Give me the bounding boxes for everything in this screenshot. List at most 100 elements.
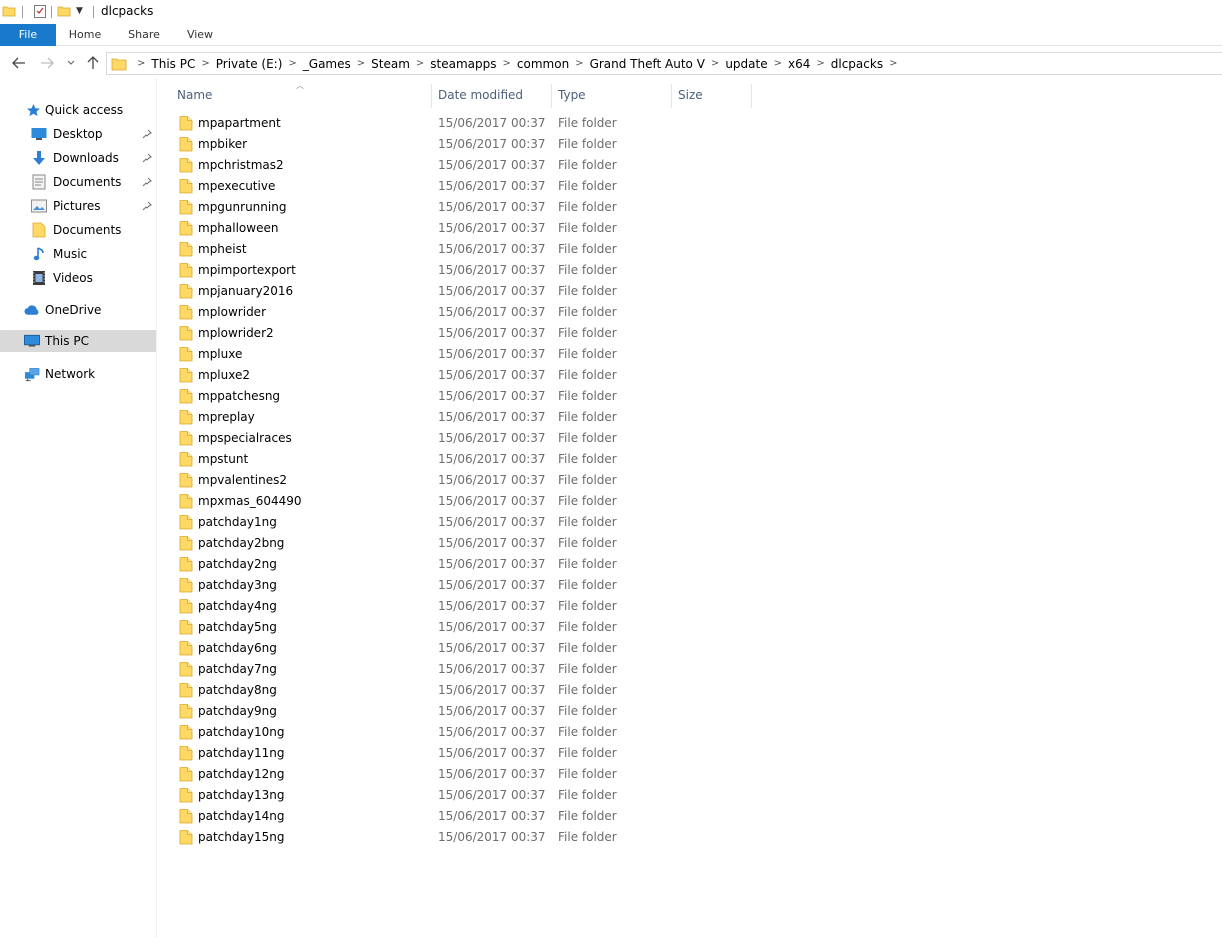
breadcrumb-drive[interactable]: Private (E:) — [216, 57, 283, 71]
file-name: patchday6ng — [198, 641, 277, 655]
breadcrumb-separator[interactable]: > — [357, 58, 365, 69]
pin-icon[interactable] — [141, 128, 153, 140]
list-item[interactable]: mplowrider2 15/06/2017 00:37 File folder — [158, 323, 758, 344]
back-arrow-icon[interactable] — [10, 54, 28, 72]
list-item[interactable]: mpspecialraces 15/06/2017 00:37 File folde… — [158, 428, 758, 449]
address-bar[interactable]: > This PC > Private (E:) > _Games > Stea… — [106, 52, 1222, 75]
column-header-size[interactable]: Size — [678, 82, 703, 108]
breadcrumb-this-pc[interactable]: This PC — [151, 57, 195, 71]
breadcrumb-separator[interactable]: > — [774, 58, 782, 69]
breadcrumb-separator[interactable]: > — [416, 58, 424, 69]
file-date-modified: 15/06/2017 00:37 — [438, 662, 546, 676]
breadcrumb-separator[interactable]: > — [889, 58, 897, 69]
file-date-modified: 15/06/2017 00:37 — [438, 158, 546, 172]
breadcrumb-gta-v[interactable]: Grand Theft Auto V — [590, 57, 705, 71]
column-divider[interactable] — [751, 84, 752, 108]
sidebar-item-downloads[interactable]: Downloads — [0, 147, 156, 169]
list-item[interactable]: mphalloween 15/06/2017 00:37 File folder — [158, 218, 758, 239]
file-type: File folder — [558, 515, 617, 529]
new-folder-icon[interactable] — [57, 4, 71, 21]
list-item[interactable]: patchday13ng 15/06/2017 00:37 File folder — [158, 785, 758, 806]
list-item[interactable]: mpvalentines2 15/06/2017 00:37 File folder — [158, 470, 758, 491]
breadcrumb-common[interactable]: common — [517, 57, 569, 71]
column-header-date-modified[interactable]: Date modified — [438, 82, 523, 108]
breadcrumb-steamapps[interactable]: steamapps — [430, 57, 496, 71]
breadcrumb-separator[interactable]: > — [137, 58, 145, 69]
list-item[interactable]: mpheist 15/06/2017 00:37 File folder — [158, 239, 758, 260]
list-item[interactable]: patchday14ng 15/06/2017 00:37 File folder — [158, 806, 758, 827]
breadcrumb-separator[interactable]: > — [288, 58, 296, 69]
list-item[interactable]: mpgunrunning 15/06/2017 00:37 File folder — [158, 197, 758, 218]
sidebar-item-videos[interactable]: Videos — [0, 267, 156, 289]
list-item[interactable]: patchday4ng 15/06/2017 00:37 File folder — [158, 596, 758, 617]
folder-icon — [179, 178, 193, 194]
list-item[interactable]: mpjanuary2016 15/06/2017 00:37 File folder — [158, 281, 758, 302]
forward-arrow-icon[interactable] — [38, 54, 56, 72]
sidebar-item-network[interactable]: Network — [0, 363, 156, 385]
list-item[interactable]: mpreplay 15/06/2017 00:37 File folder — [158, 407, 758, 428]
list-item[interactable]: mpapartment 15/06/2017 00:37 File folder — [158, 113, 758, 134]
column-header-name[interactable]: Name — [177, 82, 212, 108]
sidebar-item-music[interactable]: Music — [0, 243, 156, 265]
tab-share[interactable]: Share — [120, 24, 168, 46]
tab-file[interactable]: File — [0, 24, 56, 46]
breadcrumb-separator[interactable]: > — [711, 58, 719, 69]
list-item[interactable]: mpluxe 15/06/2017 00:37 File folder — [158, 344, 758, 365]
sidebar-item-quick-access[interactable]: Quick access — [0, 99, 156, 121]
list-item[interactable]: patchday15ng 15/06/2017 00:37 File folder — [158, 827, 758, 848]
breadcrumb-x64[interactable]: x64 — [788, 57, 810, 71]
column-divider[interactable] — [431, 84, 432, 108]
chevron-down-icon[interactable] — [62, 54, 80, 72]
list-item[interactable]: mplowrider 15/06/2017 00:37 File folder — [158, 302, 758, 323]
list-item[interactable]: mpexecutive 15/06/2017 00:37 File folder — [158, 176, 758, 197]
list-item[interactable]: patchday11ng 15/06/2017 00:37 File folder — [158, 743, 758, 764]
tab-view[interactable]: View — [178, 24, 222, 46]
sidebar-item-desktop[interactable]: Desktop — [0, 123, 156, 145]
properties-icon[interactable] — [33, 4, 47, 22]
folder-icon — [179, 556, 193, 572]
list-item[interactable]: patchday3ng 15/06/2017 00:37 File folder — [158, 575, 758, 596]
up-arrow-icon[interactable] — [84, 54, 102, 72]
sidebar-item-documents[interactable]: Documents — [0, 171, 156, 193]
breadcrumb-update[interactable]: update — [725, 57, 767, 71]
breadcrumb-separator[interactable]: > — [575, 58, 583, 69]
pin-icon[interactable] — [141, 152, 153, 164]
sidebar-item-pictures[interactable]: Pictures — [0, 195, 156, 217]
list-item[interactable]: mpluxe2 15/06/2017 00:37 File folder — [158, 365, 758, 386]
list-item[interactable]: mpimportexport 15/06/2017 00:37 File folde… — [158, 260, 758, 281]
list-item[interactable]: mpbiker 15/06/2017 00:37 File folder — [158, 134, 758, 155]
list-item[interactable]: patchday5ng 15/06/2017 00:37 File folder — [158, 617, 758, 638]
list-item[interactable]: patchday6ng 15/06/2017 00:37 File folder — [158, 638, 758, 659]
sidebar-item-label: Desktop — [53, 127, 103, 141]
pin-icon[interactable] — [141, 176, 153, 188]
list-item[interactable]: mpxmas_604490 15/06/2017 00:37 File folder — [158, 491, 758, 512]
column-divider[interactable] — [671, 84, 672, 108]
list-item[interactable]: patchday7ng 15/06/2017 00:37 File folder — [158, 659, 758, 680]
breadcrumb-separator[interactable]: > — [201, 58, 209, 69]
list-item[interactable]: mppatchesng 15/06/2017 00:37 File folder — [158, 386, 758, 407]
list-item[interactable]: mpstunt 15/06/2017 00:37 File folder — [158, 449, 758, 470]
list-item[interactable]: patchday8ng 15/06/2017 00:37 File folder — [158, 680, 758, 701]
list-item[interactable]: patchday12ng 15/06/2017 00:37 File folder — [158, 764, 758, 785]
list-item[interactable]: patchday10ng 15/06/2017 00:37 File folder — [158, 722, 758, 743]
column-divider[interactable] — [551, 84, 552, 108]
file-type: File folder — [558, 200, 617, 214]
breadcrumb-games[interactable]: _Games — [303, 57, 351, 71]
list-item[interactable]: patchday1ng 15/06/2017 00:37 File folder — [158, 512, 758, 533]
sidebar-item-documents-folder[interactable]: Documents — [0, 219, 156, 241]
file-name: patchday1ng — [198, 515, 277, 529]
breadcrumb-separator[interactable]: > — [816, 58, 824, 69]
tab-home[interactable]: Home — [60, 24, 110, 46]
list-item[interactable]: mpchristmas2 15/06/2017 00:37 File folder — [158, 155, 758, 176]
list-item[interactable]: patchday9ng 15/06/2017 00:37 File folder — [158, 701, 758, 722]
customize-toolbar-icon[interactable]: ▼ — [76, 6, 83, 16]
breadcrumb-steam[interactable]: Steam — [371, 57, 410, 71]
sidebar-item-onedrive[interactable]: OneDrive — [0, 299, 156, 321]
list-item[interactable]: patchday2ng 15/06/2017 00:37 File folder — [158, 554, 758, 575]
column-header-type[interactable]: Type — [558, 82, 586, 108]
list-item[interactable]: patchday2bng 15/06/2017 00:37 File folder — [158, 533, 758, 554]
breadcrumb-separator[interactable]: > — [503, 58, 511, 69]
pin-icon[interactable] — [141, 200, 153, 212]
breadcrumb-dlcpacks[interactable]: dlcpacks — [831, 57, 883, 71]
sidebar-item-this-pc[interactable]: This PC — [0, 330, 156, 352]
